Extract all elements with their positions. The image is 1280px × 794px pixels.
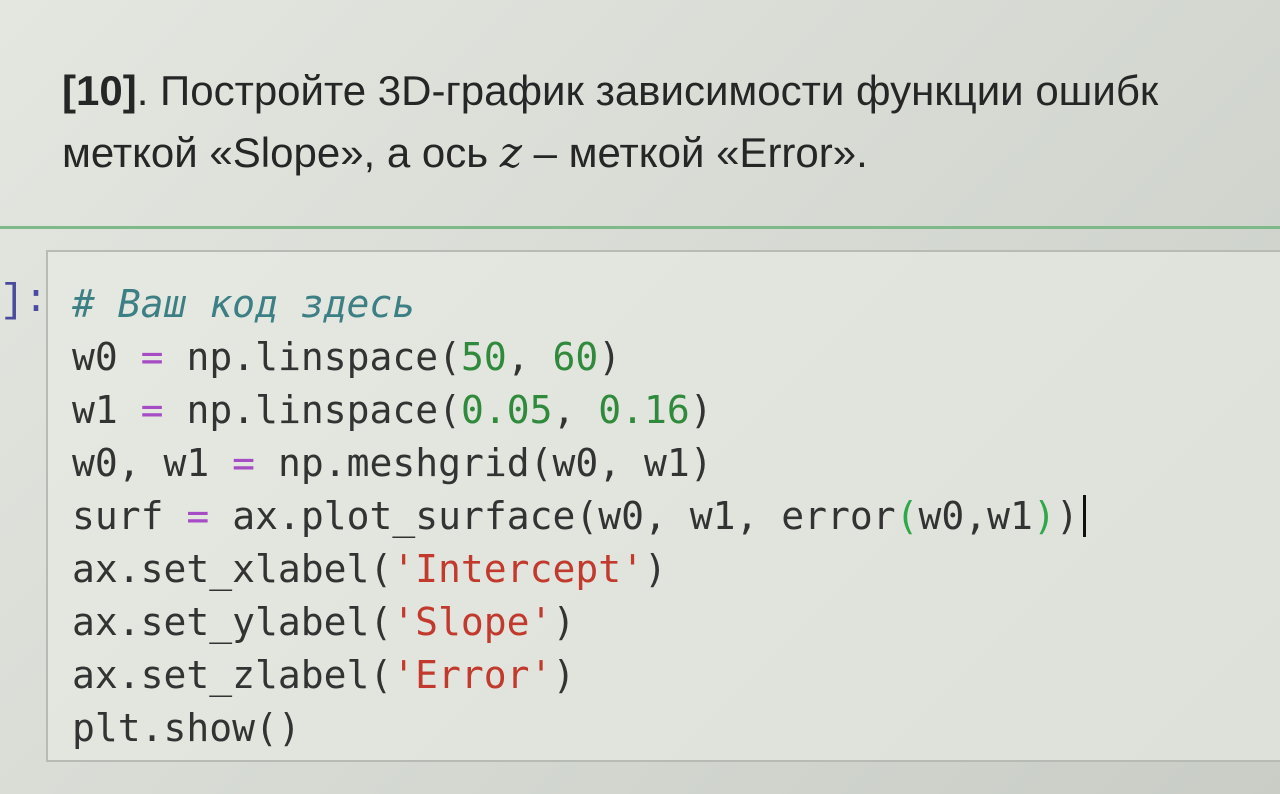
code-line-1: w0 = np.linspace(50, 60) [72,335,622,379]
code-line-8: plt.show() [72,706,301,750]
code-line-5: ax.set_xlabel('Intercept') [72,547,667,591]
task-line-2: меткой «Slope», а ось z – меткой «Error»… [62,122,1262,184]
code-cell[interactable]: # Ваш код здесь w0 = np.linspace(50, 60)… [46,250,1280,762]
code-line-6: ax.set_ylabel('Slope') [72,600,576,644]
code-line-4: surf = ax.plot_surface(w0, w1, error(w0,… [72,494,1086,538]
cell-input-prompt: ]: [0,279,49,324]
task-line-1: [10]. Постройте 3D-график зависимости фу… [62,60,1262,122]
task-number: [10] [62,67,137,114]
text-cursor [1082,495,1086,537]
task-description: [10]. Постройте 3D-график зависимости фу… [62,60,1262,184]
code-line-3: w0, w1 = np.meshgrid(w0, w1) [72,441,713,485]
task-text-1: . Постройте 3D-график зависимости функци… [136,67,1159,114]
notebook-page: [10]. Постройте 3D-график зависимости фу… [0,0,1280,794]
code-line-7: ax.set_zlabel('Error') [72,653,576,697]
task-z-variable: z [499,128,522,177]
cell-divider [0,226,1280,229]
code-line-2: w1 = np.linspace(0.05, 0.16) [72,388,713,432]
code-comment: # Ваш код здесь [72,282,416,326]
task-text-2a: меткой «Slope», а ось [62,129,500,176]
code-editor[interactable]: # Ваш код здесь w0 = np.linspace(50, 60)… [72,278,1086,755]
task-text-2b: – меткой «Error». [521,129,868,176]
